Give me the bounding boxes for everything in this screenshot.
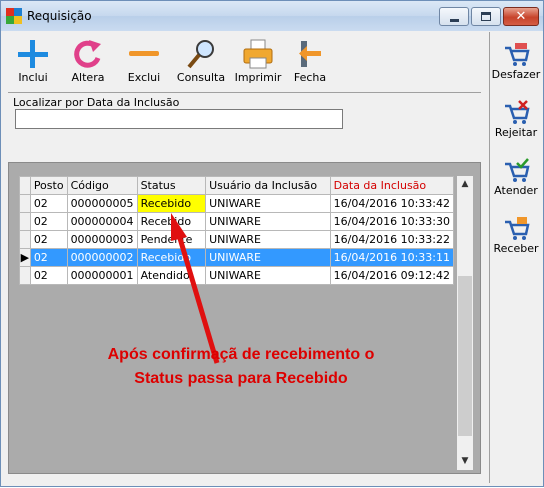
imprimir-label: Imprimir xyxy=(234,71,282,84)
cart-reject-icon xyxy=(505,100,530,124)
annotation-text: Após confirmaçã de recebimento o Status … xyxy=(71,343,411,391)
altera-label: Altera xyxy=(71,71,105,84)
requisicao-window: Requisição ✕ Inclui Altera Exclui Consul… xyxy=(0,0,544,487)
selected-row-indicator-icon: ▶ xyxy=(19,248,31,267)
receber-button[interactable]: Receber xyxy=(490,216,542,266)
refresh-icon xyxy=(74,40,101,68)
altera-button[interactable]: Altera xyxy=(63,36,113,88)
title-bar[interactable]: Requisição ✕ xyxy=(1,1,543,31)
cell-data: 16/04/2016 10:33:22 xyxy=(329,230,455,249)
cell-codigo: 000000003 xyxy=(66,230,138,249)
minimize-button[interactable] xyxy=(439,7,469,26)
exit-door-icon xyxy=(299,41,321,67)
cell-status: Pendente xyxy=(136,230,207,249)
cell-status: Recebido xyxy=(136,194,207,213)
table-row[interactable]: 02 000000003 Pendente UNIWARE 16/04/2016… xyxy=(19,230,455,249)
imprimir-button[interactable]: Imprimir xyxy=(231,36,285,88)
client-area: Inclui Altera Exclui Consulta Imprimir F… xyxy=(5,32,542,483)
cell-codigo: 000000005 xyxy=(66,194,138,213)
grid-header-row: Posto Código Status Usuário da Inclusão … xyxy=(19,176,455,195)
table-row-selected[interactable]: ▶ 02 000000002 Recebido UNIWARE 16/04/20… xyxy=(19,248,455,267)
row-indicator xyxy=(19,194,31,213)
exclui-button[interactable]: Exclui xyxy=(119,36,169,88)
window-title: Requisição xyxy=(27,9,92,23)
maximize-button[interactable] xyxy=(471,7,501,26)
fecha-label: Fecha xyxy=(293,71,327,84)
cell-posto: 02 xyxy=(29,194,68,213)
receber-label: Receber xyxy=(493,242,539,255)
cart-receive-icon xyxy=(505,217,530,240)
annotation-line-2: Status passa para Recebido xyxy=(134,370,348,387)
scroll-down-icon[interactable]: ▼ xyxy=(457,453,473,470)
grid-vertical-scrollbar[interactable]: ▲ ▼ xyxy=(457,176,473,470)
cell-status: Atendido xyxy=(136,266,207,285)
cart-check-icon xyxy=(505,158,530,182)
row-indicator xyxy=(19,230,31,249)
cell-codigo: 000000001 xyxy=(66,266,138,285)
indicator-header xyxy=(19,176,31,195)
inclui-button[interactable]: Inclui xyxy=(7,36,59,88)
cell-usuario: UNIWARE xyxy=(205,248,331,267)
header-usuario[interactable]: Usuário da Inclusão xyxy=(205,176,331,195)
desfazer-button[interactable]: Desfazer xyxy=(490,42,542,92)
requisicao-grid: Posto Código Status Usuário da Inclusão … xyxy=(19,176,455,285)
table-row[interactable]: 02 000000005 Recebido UNIWARE 16/04/2016… xyxy=(19,194,455,213)
scroll-up-icon[interactable]: ▲ xyxy=(457,176,473,193)
plus-icon xyxy=(18,40,48,68)
minus-icon xyxy=(129,51,159,56)
rejeitar-button[interactable]: Rejeitar xyxy=(490,100,542,150)
cell-posto: 02 xyxy=(29,248,68,267)
cell-posto: 02 xyxy=(29,212,68,231)
printer-icon xyxy=(243,39,273,69)
side-action-panel: Desfazer Rejeitar Atender Receber xyxy=(489,32,542,483)
exclui-label: Exclui xyxy=(127,71,161,84)
cell-data: 16/04/2016 10:33:11 xyxy=(329,248,455,267)
cart-undo-icon xyxy=(505,43,530,66)
cell-codigo: 000000004 xyxy=(66,212,138,231)
cell-posto: 02 xyxy=(29,230,68,249)
minimize-icon xyxy=(450,19,459,22)
header-posto[interactable]: Posto xyxy=(29,176,68,195)
header-status[interactable]: Status xyxy=(136,176,207,195)
rejeitar-label: Rejeitar xyxy=(494,126,538,139)
scroll-track[interactable] xyxy=(458,276,472,436)
cell-data: 16/04/2016 10:33:42 xyxy=(329,194,455,213)
fecha-button[interactable]: Fecha xyxy=(285,36,335,88)
search-date-input[interactable] xyxy=(15,109,343,129)
row-indicator xyxy=(19,266,31,285)
consulta-label: Consulta xyxy=(176,71,226,84)
header-codigo[interactable]: Código xyxy=(66,176,138,195)
inclui-label: Inclui xyxy=(18,71,48,84)
cell-data: 16/04/2016 10:33:30 xyxy=(329,212,455,231)
cell-data: 16/04/2016 09:12:42 xyxy=(329,266,455,285)
row-indicator xyxy=(19,212,31,231)
table-row[interactable]: 02 000000001 Atendido UNIWARE 16/04/2016… xyxy=(19,266,455,285)
cell-status: Recebido xyxy=(136,212,207,231)
atender-button[interactable]: Atender xyxy=(490,158,542,208)
close-icon: ✕ xyxy=(515,9,527,24)
app-icon xyxy=(6,8,22,24)
cell-posto: 02 xyxy=(29,266,68,285)
grid-frame: Posto Código Status Usuário da Inclusão … xyxy=(8,162,481,474)
search-label: Localizar por Data da Inclusão xyxy=(13,96,180,109)
consulta-button[interactable]: Consulta xyxy=(173,36,229,88)
close-button[interactable]: ✕ xyxy=(503,7,539,26)
annotation-line-1: Após confirmaçã de recebimento o xyxy=(107,346,375,363)
cell-codigo: 000000002 xyxy=(66,248,138,267)
cell-usuario: UNIWARE xyxy=(205,230,331,249)
cell-usuario: UNIWARE xyxy=(205,194,331,213)
cell-usuario: UNIWARE xyxy=(205,266,331,285)
desfazer-label: Desfazer xyxy=(491,68,541,81)
maximize-icon xyxy=(481,12,491,21)
magnifier-icon xyxy=(187,40,214,69)
cell-usuario: UNIWARE xyxy=(205,212,331,231)
table-row[interactable]: 02 000000004 Recebido UNIWARE 16/04/2016… xyxy=(19,212,455,231)
header-data[interactable]: Data da Inclusão xyxy=(329,176,455,195)
cell-status: Recebido xyxy=(136,248,207,267)
atender-label: Atender xyxy=(494,184,538,197)
